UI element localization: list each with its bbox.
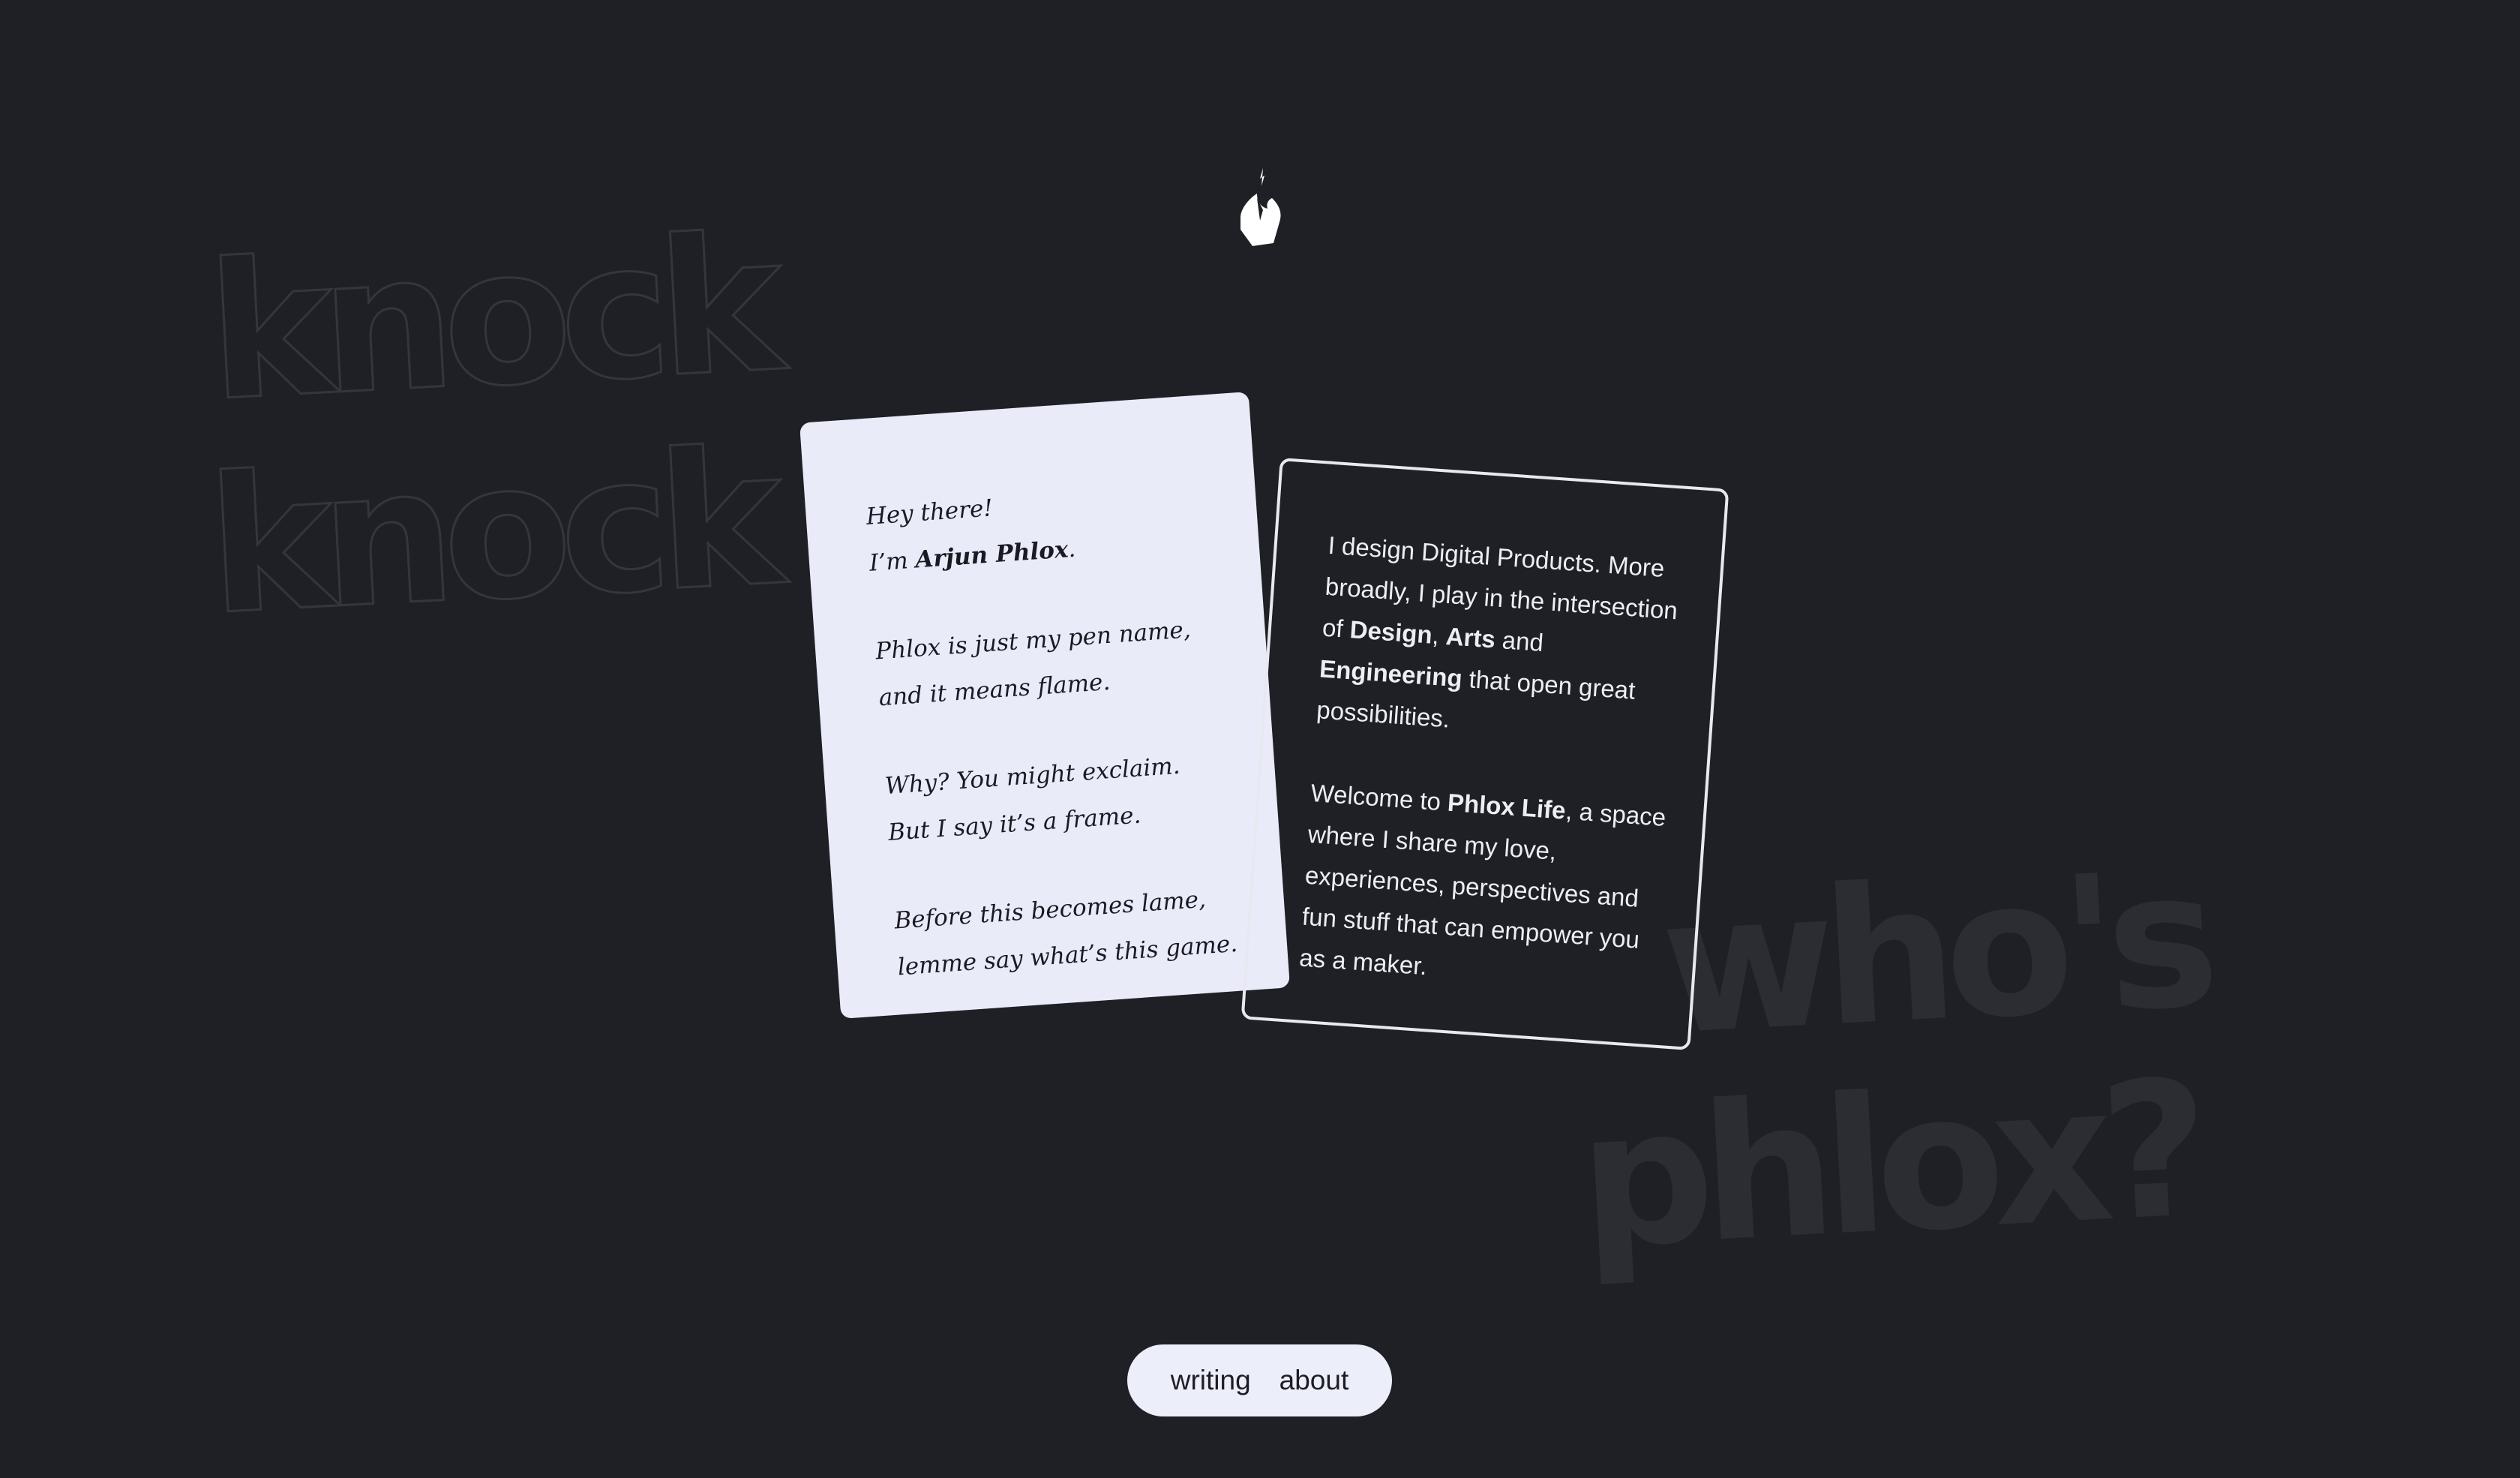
flame-icon[interactable] [1230,165,1290,252]
author-name: Arjun Phlox [914,536,1070,574]
nav-about-link[interactable]: about [1280,1365,1349,1396]
letter-text: Hey there! I’m Arjun Phlox. Phlox is jus… [865,469,1262,1033]
knock-word-2: knock [202,407,778,657]
whos-word: who's [1656,830,2212,1077]
phlox-question-word: phlox? [1574,1039,2204,1290]
engineering-highlight: Engineering [1318,654,1463,692]
letter-card: Hey there! I’m Arjun Phlox. Phlox is jus… [799,392,1291,1019]
page: knock knock who's phlox? Hey there! I’m … [0,0,2520,1478]
bio-paragraph-1: I design Digital Products. More broadly,… [1316,530,1679,733]
bottom-nav: writing about [1127,1344,1392,1416]
phlox-life-highlight: Phlox Life [1446,788,1567,825]
bio-card: I design Digital Products. More broadly,… [1240,457,1730,1051]
arts-highlight: Arts [1444,622,1497,653]
nav-writing-link[interactable]: writing [1171,1365,1251,1396]
knock-word-1: knock [202,194,778,443]
bio-paragraph-2: Welcome to Phlox Life, a space where I s… [1298,778,1667,981]
bio-text: I design Digital Products. More broadly,… [1295,524,1692,1045]
design-highlight: Design [1348,615,1433,649]
